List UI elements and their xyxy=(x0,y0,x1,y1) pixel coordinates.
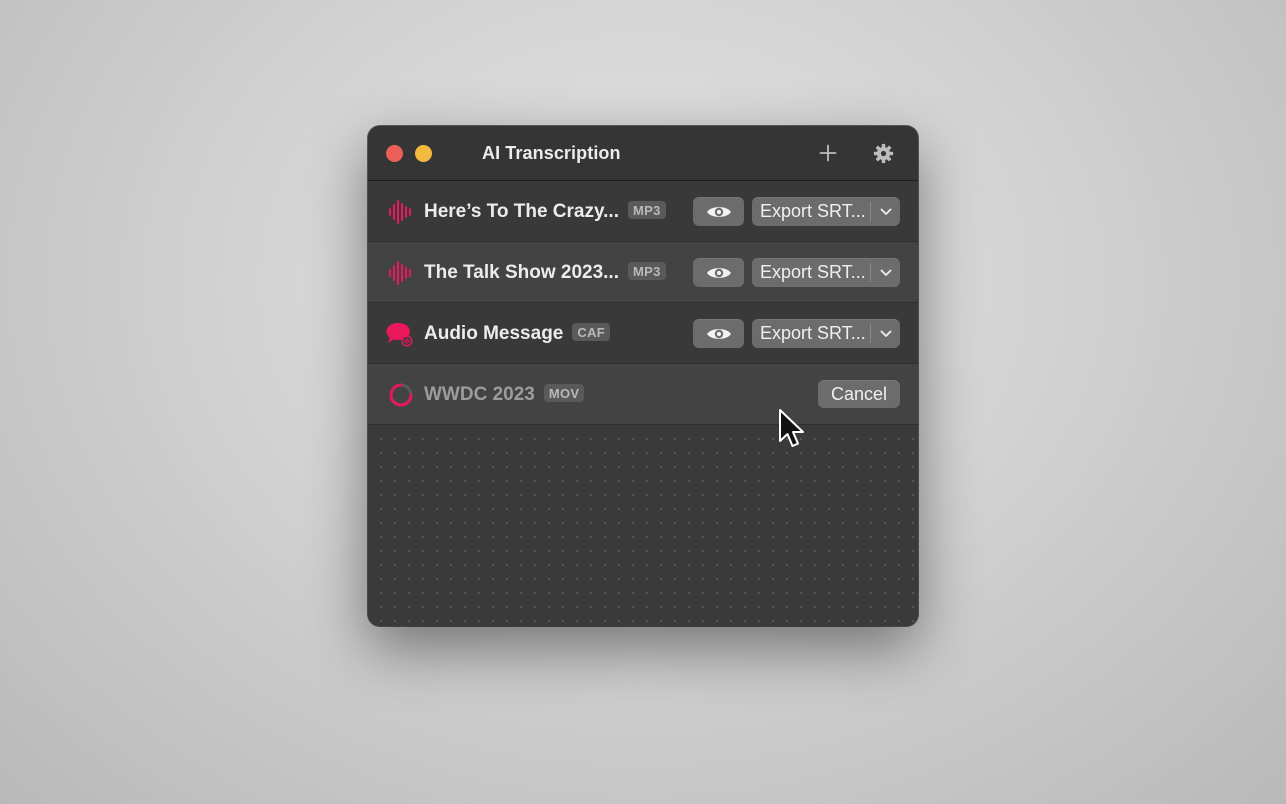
eye-icon xyxy=(706,328,731,339)
file-row[interactable]: WWDC 2023 MOV Cancel xyxy=(368,364,918,425)
file-list: Here’s To The Crazy... MP3 Export SRT... xyxy=(368,181,918,425)
export-options-dropdown[interactable] xyxy=(871,208,900,216)
export-srt-button[interactable]: Export SRT... xyxy=(752,319,900,348)
title-bar: AI Transcription xyxy=(368,126,918,181)
cancel-button[interactable]: Cancel xyxy=(818,380,900,408)
gear-icon xyxy=(873,143,893,163)
export-label: Export SRT... xyxy=(760,323,866,343)
close-window-button[interactable] xyxy=(386,145,403,162)
chevron-down-icon xyxy=(880,330,891,337)
file-row[interactable]: Audio Message CAF Export SRT... xyxy=(368,303,918,364)
eye-icon xyxy=(706,267,731,278)
drop-zone[interactable] xyxy=(368,426,918,626)
chevron-down-icon xyxy=(880,208,891,215)
window-title: AI Transcription xyxy=(482,143,621,163)
waveform-icon xyxy=(389,200,411,224)
format-badge: MOV xyxy=(543,384,585,402)
speech-bubble-icon xyxy=(386,323,413,347)
file-row[interactable]: The Talk Show 2023... MP3 Export SRT... xyxy=(368,242,918,303)
format-badge: MP3 xyxy=(627,201,666,219)
progress-spinner-icon xyxy=(389,383,413,407)
export-label: Export SRT... xyxy=(760,201,866,221)
file-name: WWDC 2023 MOV xyxy=(424,384,585,406)
preview-button[interactable] xyxy=(693,197,744,226)
export-srt-button[interactable]: Export SRT... xyxy=(752,258,900,287)
export-label: Export SRT... xyxy=(760,262,866,282)
preview-button[interactable] xyxy=(693,319,744,348)
plus-icon xyxy=(819,144,837,162)
file-name: The Talk Show 2023... MP3 xyxy=(424,262,666,284)
preview-button[interactable] xyxy=(693,258,744,287)
file-name-text: The Talk Show 2023... xyxy=(424,262,619,283)
file-name: Here’s To The Crazy... MP3 xyxy=(424,201,666,223)
chevron-down-icon xyxy=(880,269,891,276)
add-file-button[interactable] xyxy=(815,140,841,166)
app-window: AI Transcription Here’s To The Crazy... … xyxy=(368,126,918,626)
file-name: Audio Message CAF xyxy=(424,323,610,345)
settings-button[interactable] xyxy=(870,140,896,166)
file-name-text: Audio Message xyxy=(424,323,564,344)
file-name-text: Here’s To The Crazy... xyxy=(424,201,619,222)
file-row[interactable]: Here’s To The Crazy... MP3 Export SRT... xyxy=(368,181,918,242)
format-badge: CAF xyxy=(572,323,610,341)
file-name-text: WWDC 2023 xyxy=(424,384,535,405)
eye-icon xyxy=(706,206,731,217)
mouse-pointer-icon xyxy=(779,409,804,447)
export-srt-button[interactable]: Export SRT... xyxy=(752,197,900,226)
export-options-dropdown[interactable] xyxy=(871,330,900,338)
waveform-icon xyxy=(389,261,411,285)
minimize-window-button[interactable] xyxy=(415,145,432,162)
export-options-dropdown[interactable] xyxy=(871,269,900,277)
format-badge: MP3 xyxy=(628,262,666,280)
